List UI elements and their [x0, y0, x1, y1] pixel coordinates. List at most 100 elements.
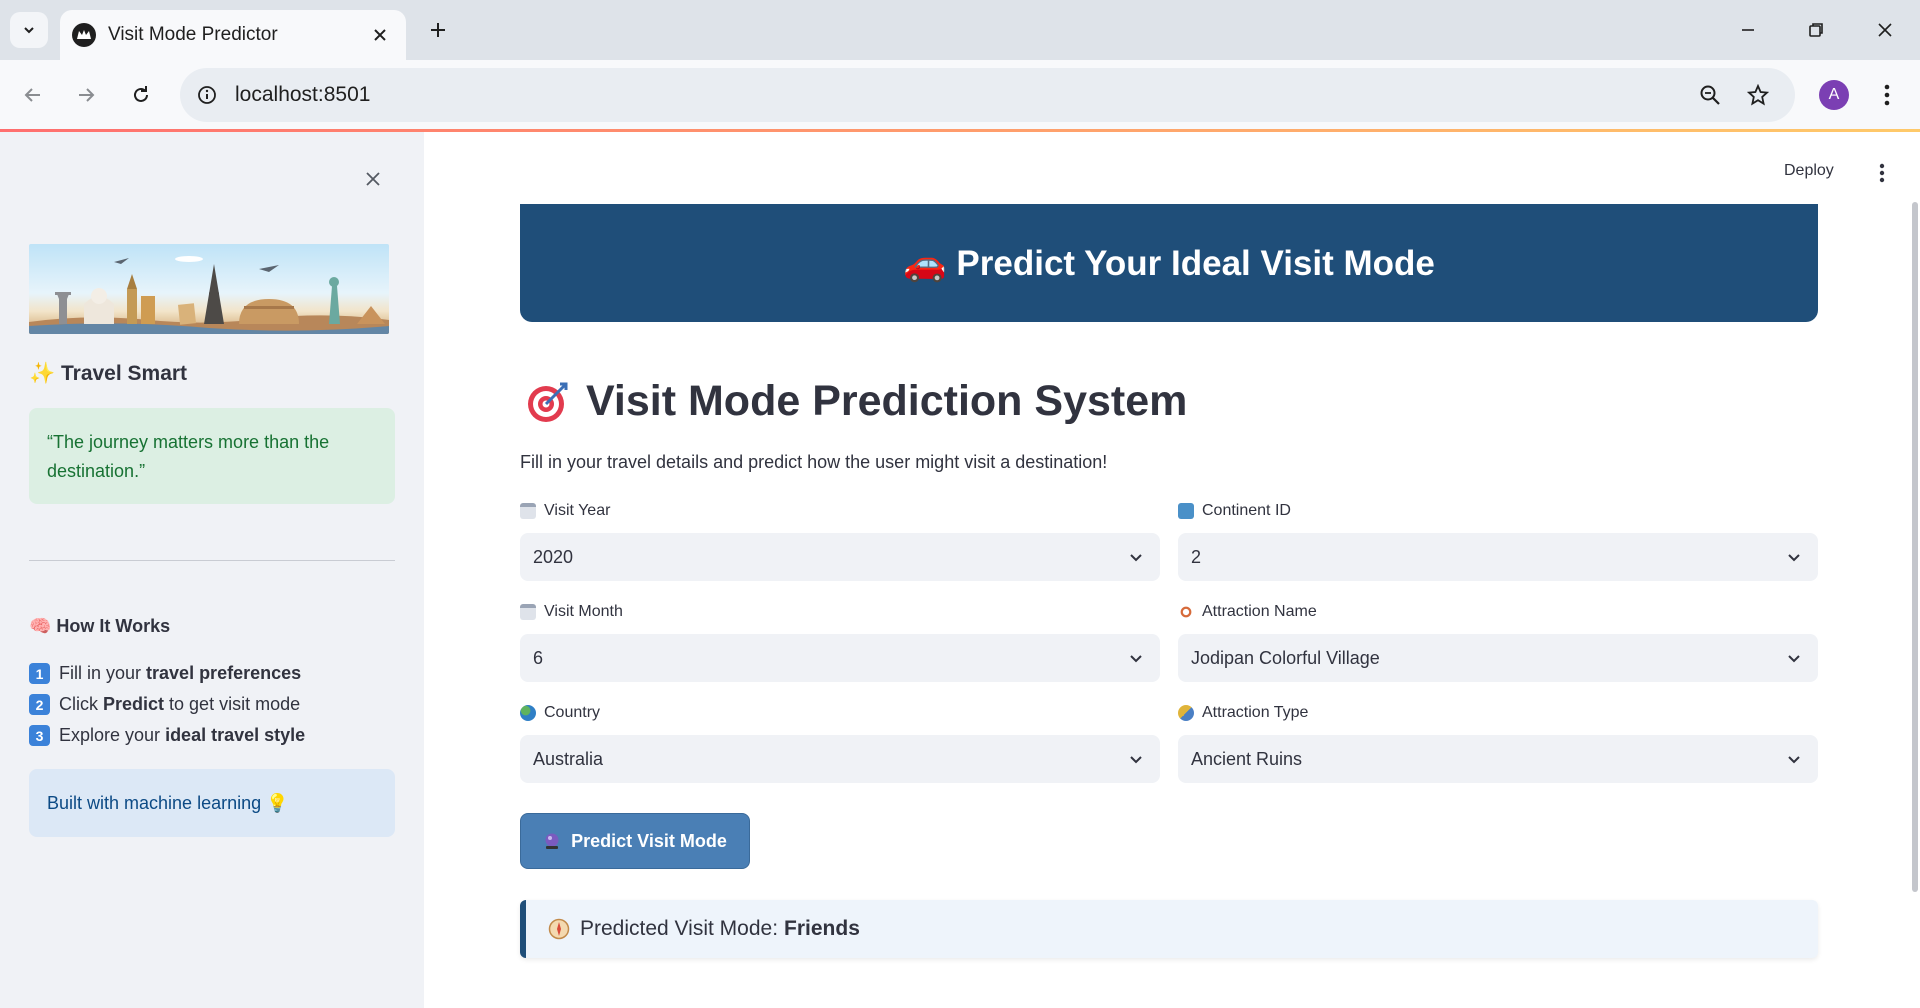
- reload-icon: [134, 86, 148, 102]
- step-text: to get visit mode: [164, 694, 301, 714]
- ferris-wheel-icon: [1178, 604, 1194, 620]
- step-text: Fill in your: [59, 663, 147, 683]
- crystal-ball-icon: [545, 833, 559, 849]
- scrollbar[interactable]: [1912, 202, 1918, 892]
- chevron-down-icon: [1784, 547, 1804, 567]
- reload-button[interactable]: [123, 77, 159, 113]
- step-text: Click: [59, 694, 103, 714]
- country-select[interactable]: Australia: [520, 735, 1160, 783]
- plus-icon: [431, 23, 445, 37]
- field-label: Visit Year: [520, 499, 1160, 523]
- tab-close-icon[interactable]: [368, 23, 392, 47]
- travel-landmarks-banner: [29, 244, 389, 334]
- back-button[interactable]: [15, 77, 51, 113]
- theater-masks-icon: [1178, 705, 1194, 721]
- browser-tab-bar: Visit Mode Predictor: [0, 0, 1920, 60]
- attraction-type-value: Ancient Ruins: [1191, 748, 1303, 769]
- browser-toolbar: localhost:8501 A: [0, 60, 1920, 130]
- url-text: localhost:8501: [235, 83, 371, 106]
- sidebar-title: ✨ Travel Smart: [29, 362, 188, 385]
- visit-month-label: Visit Month: [544, 603, 623, 620]
- keycap-three-icon: 3: [29, 725, 50, 746]
- sidebar-close-icon[interactable]: [358, 164, 388, 194]
- list-item: 1 Fill in your travel preferences: [29, 658, 305, 689]
- attraction-name-select[interactable]: Jodipan Colorful Village: [1178, 634, 1818, 682]
- attraction-name-value: Jodipan Colorful Village: [1191, 647, 1380, 668]
- field-label: Attraction Name: [1178, 600, 1818, 624]
- bookmark-star-icon[interactable]: [1743, 80, 1773, 110]
- address-bar[interactable]: localhost:8501: [180, 68, 1795, 122]
- arrow-left-icon: [24, 88, 40, 102]
- page-subtitle: Fill in your travel details and predict …: [520, 452, 1108, 472]
- compass-icon: [548, 918, 570, 940]
- step-bold-text: travel preferences: [146, 663, 302, 683]
- field-label: Attraction Type: [1178, 701, 1818, 725]
- visit-year-label: Visit Year: [544, 502, 611, 519]
- step-bold-text: ideal travel style: [165, 725, 306, 745]
- sidebar: ✨ Travel Smart “The journey matters more…: [0, 132, 424, 1008]
- visit-year-value: 2020: [533, 546, 574, 567]
- field-label: Visit Month: [520, 600, 1160, 624]
- zoom-icon[interactable]: [1695, 80, 1725, 110]
- globe-icon: [520, 705, 536, 721]
- restore-button[interactable]: [1793, 12, 1839, 48]
- country-label: Country: [544, 704, 601, 721]
- calendar-icon: [520, 604, 536, 620]
- keycap-one-icon: 1: [29, 663, 50, 684]
- visit-month-value: 6: [533, 647, 544, 668]
- visit-month-field: Visit Month 6: [520, 600, 1160, 682]
- chevron-down-icon: [24, 27, 34, 34]
- tab-search-button[interactable]: [10, 12, 48, 48]
- main-content: Deploy 🚗 Predict Your Ideal Visit Mode V…: [424, 132, 1920, 1008]
- attraction-type-label: Attraction Type: [1202, 704, 1309, 721]
- prediction-result: Predicted Visit Mode: Friends: [520, 900, 1818, 958]
- step-bold-text: Predict: [103, 694, 165, 714]
- minimize-button[interactable]: [1725, 12, 1771, 48]
- browser-menu-icon[interactable]: [1872, 78, 1902, 112]
- page-title: Visit Mode Prediction System: [526, 377, 1187, 426]
- result-label: Predicted Visit Mode:: [580, 917, 779, 940]
- visit-year-select[interactable]: 2020: [520, 533, 1160, 581]
- continent-id-value: 2: [1191, 546, 1202, 567]
- info-text: Built with machine learning 💡: [47, 792, 289, 813]
- close-window-button[interactable]: [1862, 12, 1908, 48]
- browser-tab[interactable]: Visit Mode Predictor: [60, 10, 406, 60]
- world-map-icon: [1178, 503, 1194, 519]
- chevron-down-icon: [1784, 749, 1804, 769]
- quote-text: “The journey matters more than the desti…: [47, 432, 330, 481]
- arrow-right-icon: [79, 88, 95, 102]
- country-value: Australia: [533, 748, 604, 769]
- visit-year-field: Visit Year 2020: [520, 499, 1160, 581]
- chevron-down-icon: [1126, 547, 1146, 567]
- list-item: 3 Explore your ideal travel style: [29, 720, 305, 751]
- hero-title: 🚗 Predict Your Ideal Visit Mode: [903, 243, 1435, 283]
- tab-title: Visit Mode Predictor: [108, 24, 278, 45]
- attraction-type-select[interactable]: Ancient Ruins: [1178, 735, 1818, 783]
- field-label: Continent ID: [1178, 499, 1818, 523]
- restore-icon: [1809, 23, 1823, 37]
- keycap-two-icon: 2: [29, 694, 50, 715]
- deploy-button[interactable]: Deploy: [1784, 162, 1834, 180]
- continent-id-field: Continent ID 2: [1178, 499, 1818, 581]
- target-icon: [528, 382, 568, 422]
- sidebar-divider: [29, 560, 395, 561]
- attraction-name-label: Attraction Name: [1202, 603, 1317, 620]
- steps-list: 1 Fill in your travel preferences 2 Clic…: [29, 658, 305, 751]
- field-label: Country: [520, 701, 1160, 725]
- site-info-icon[interactable]: [190, 78, 224, 112]
- chevron-down-icon: [1784, 648, 1804, 668]
- continent-id-select[interactable]: 2: [1178, 533, 1818, 581]
- main-menu-icon[interactable]: [1869, 158, 1895, 188]
- attraction-name-field: Attraction Name Jodipan Colorful Village: [1178, 600, 1818, 682]
- visit-month-select[interactable]: 6: [520, 634, 1160, 682]
- predict-visit-mode-button[interactable]: Predict Visit Mode: [520, 813, 750, 869]
- list-item: 2 Click Predict to get visit mode: [29, 689, 305, 720]
- result-value: Friends: [784, 917, 860, 940]
- hero-banner: 🚗 Predict Your Ideal Visit Mode: [520, 204, 1818, 322]
- new-tab-button[interactable]: [422, 14, 454, 46]
- info-box: Built with machine learning 💡: [29, 769, 395, 837]
- close-icon: [1878, 23, 1892, 37]
- profile-avatar[interactable]: A: [1819, 80, 1849, 110]
- forward-button[interactable]: [68, 77, 104, 113]
- chevron-down-icon: [1126, 749, 1146, 769]
